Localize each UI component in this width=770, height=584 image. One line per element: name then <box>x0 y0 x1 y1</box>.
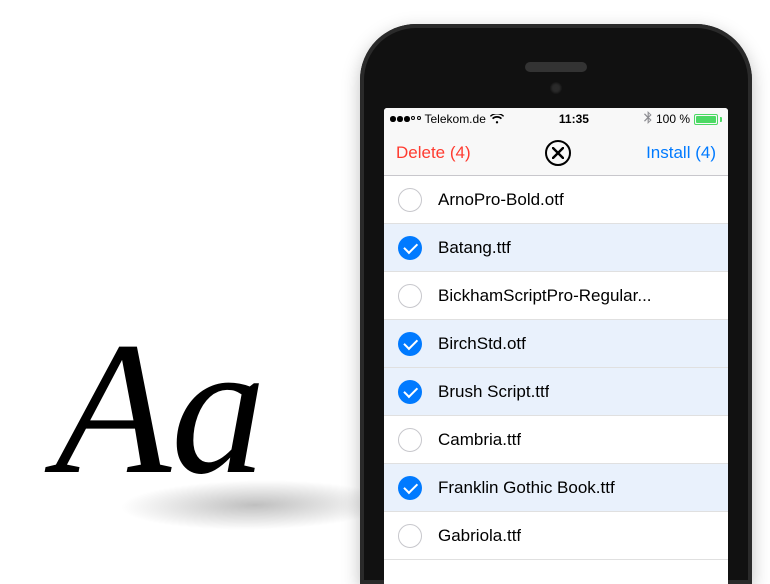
checkbox-checked-icon[interactable] <box>398 380 422 404</box>
font-row[interactable]: Franklin Gothic Book.ttf <box>384 464 728 512</box>
close-icon <box>552 147 564 159</box>
font-name-label: Gabriola.ttf <box>438 526 521 546</box>
bluetooth-icon <box>644 111 652 127</box>
phone-camera <box>550 82 562 94</box>
font-list[interactable]: ArnoPro-Bold.otf Batang.ttf BickhamScriptP… <box>384 176 728 584</box>
checkbox-checked-icon[interactable] <box>398 332 422 356</box>
phone-frame: Telekom.de 11:35 100 % Delete (4) <box>360 24 752 584</box>
carrier-label: Telekom.de <box>425 112 486 126</box>
font-row[interactable]: Batang.ttf <box>384 224 728 272</box>
font-name-label: Batang.ttf <box>438 238 511 258</box>
delete-button[interactable]: Delete (4) <box>396 143 471 163</box>
font-name-label: BickhamScriptPro-Regular... <box>438 286 652 306</box>
status-right: 100 % <box>644 111 722 127</box>
status-bar: Telekom.de 11:35 100 % <box>384 108 728 130</box>
phone-earpiece <box>525 62 587 72</box>
close-button[interactable] <box>545 140 571 166</box>
checkbox-unchecked-icon[interactable] <box>398 188 422 212</box>
wifi-icon <box>490 114 504 124</box>
status-time: 11:35 <box>559 112 589 126</box>
battery-percent: 100 % <box>656 112 690 126</box>
phone-screen: Telekom.de 11:35 100 % Delete (4) <box>384 108 728 584</box>
font-name-label: Brush Script.ttf <box>438 382 549 402</box>
font-row[interactable]: ArnoPro-Bold.otf <box>384 176 728 224</box>
checkbox-unchecked-icon[interactable] <box>398 284 422 308</box>
checkbox-unchecked-icon[interactable] <box>398 524 422 548</box>
font-name-label: Franklin Gothic Book.ttf <box>438 478 615 498</box>
font-row[interactable]: Gabriola.ttf <box>384 512 728 560</box>
font-row[interactable]: BirchStd.otf <box>384 320 728 368</box>
font-row[interactable]: BickhamScriptPro-Regular... <box>384 272 728 320</box>
status-left: Telekom.de <box>390 112 504 126</box>
font-name-label: Cambria.ttf <box>438 430 521 450</box>
font-row[interactable]: Cambria.ttf <box>384 416 728 464</box>
aa-display: Aa <box>55 300 266 518</box>
install-button[interactable]: Install (4) <box>646 143 716 163</box>
checkbox-checked-icon[interactable] <box>398 476 422 500</box>
checkbox-checked-icon[interactable] <box>398 236 422 260</box>
checkbox-unchecked-icon[interactable] <box>398 428 422 452</box>
font-name-label: BirchStd.otf <box>438 334 526 354</box>
font-name-label: ArnoPro-Bold.otf <box>438 190 564 210</box>
battery-icon <box>694 114 722 125</box>
font-row[interactable]: Brush Script.ttf <box>384 368 728 416</box>
signal-icon <box>390 116 421 122</box>
nav-bar: Delete (4) Install (4) <box>384 130 728 176</box>
